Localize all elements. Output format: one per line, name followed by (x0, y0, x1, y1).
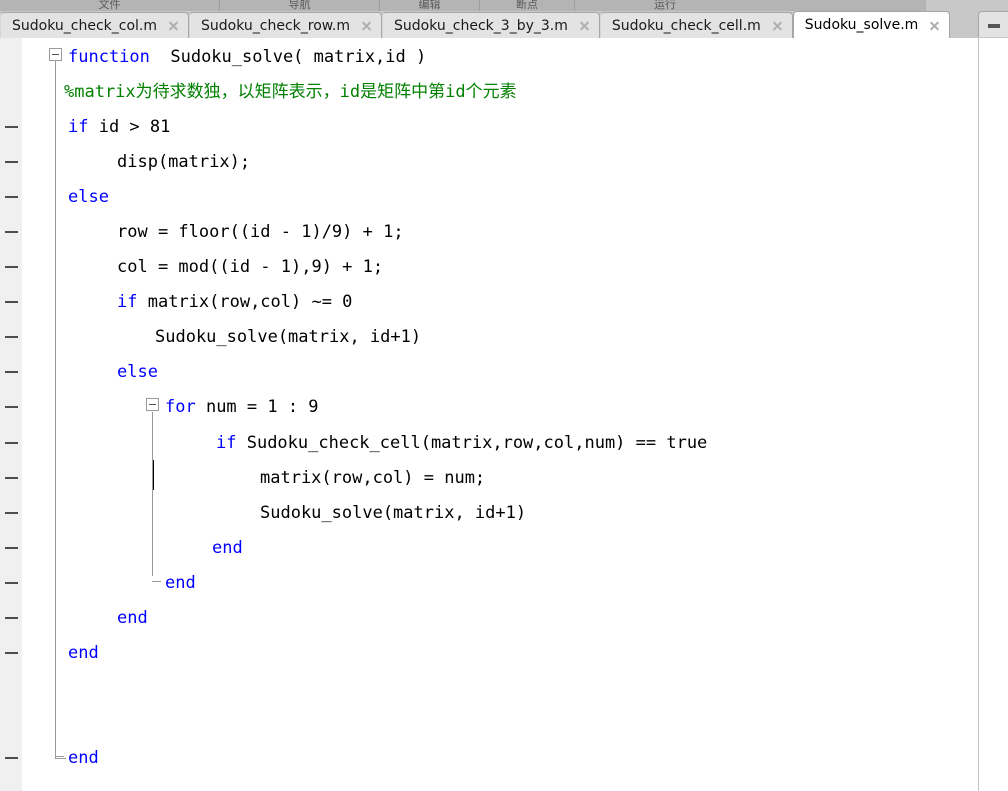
code-line-2[interactable]: %matrix为待求数独，以矩阵表示，id是矩阵中第id个元素 (64, 75, 517, 110)
code-token: num = 1 : 9 (195, 397, 319, 417)
document-tab-Sudoku_check_row-m[interactable]: Sudoku_check_row.m (189, 12, 383, 38)
code-token: matrix(row,col) = num; (260, 468, 486, 488)
document-tab-Sudoku_check_col-m[interactable]: Sudoku_check_col.m (0, 12, 189, 38)
tab-overflow-icon (988, 24, 1000, 28)
document-tab-label: Sudoku_check_col.m (12, 17, 157, 34)
document-tab-label: Sudoku_check_cell.m (611, 17, 761, 34)
code-token: if (216, 433, 237, 453)
ribbon-right-filler (926, 0, 1008, 11)
code-token: id > 81 (88, 117, 171, 137)
close-icon[interactable] (771, 19, 784, 32)
code-line-16[interactable]: end (165, 566, 196, 601)
code-token: matrix(row,col) ~= 0 (137, 292, 353, 312)
ribbon-tab-2[interactable]: 编辑 (380, 0, 480, 11)
code-token: Sudoku_solve( matrix,id ) (149, 47, 427, 67)
code-token: Sudoku_solve(matrix, id+1) (260, 503, 527, 523)
ribbon-tab-label: 导航 (288, 0, 311, 11)
code-line-12[interactable]: if Sudoku_check_cell(matrix,row,col,num)… (216, 426, 707, 461)
ribbon-toolbar-strip: 文件 导航 编辑 断点 运行 (0, 0, 1008, 11)
code-line-4[interactable]: disp(matrix); (117, 145, 250, 180)
code-line-6[interactable]: row = floor((id - 1)/9) + 1; (117, 215, 404, 250)
code-token: Sudoku_solve(matrix, id+1) (155, 327, 422, 347)
ribbon-tab-4[interactable]: 运行 (575, 0, 755, 11)
code-line-5[interactable]: else (68, 180, 109, 215)
code-line-14[interactable]: Sudoku_solve(matrix, id+1) (260, 496, 526, 531)
code-line-1[interactable]: function Sudoku_solve( matrix,id ) (68, 40, 426, 75)
code-token: function (68, 47, 150, 67)
code-token: disp(matrix); (117, 152, 251, 172)
text-caret (153, 460, 154, 490)
ribbon-tab-label: 编辑 (418, 0, 441, 11)
document-tab-label: Sudoku_solve.m (804, 17, 919, 33)
ribbon-tab-1[interactable]: 导航 (220, 0, 380, 11)
code-line-15[interactable]: end (212, 531, 243, 566)
code-token: else (68, 187, 109, 207)
code-line-7[interactable]: col = mod((id - 1),9) + 1; (117, 250, 383, 285)
code-editor[interactable]: function Sudoku_solve( matrix,id ) %matri… (0, 38, 1008, 791)
ribbon-tab-label: 文件 (98, 0, 121, 11)
tab-overflow-button[interactable] (978, 11, 1008, 37)
code-line-3[interactable]: if id > 81 (68, 110, 170, 145)
code-token: if (117, 292, 138, 312)
document-tab-label: Sudoku_check_3_by_3.m (394, 17, 568, 34)
ribbon-tab-list: 文件 导航 编辑 断点 运行 (0, 0, 920, 11)
code-token: row = floor((id - 1)/9) + 1; (117, 222, 404, 242)
code-token: end (68, 748, 99, 768)
document-tab-Sudoku_check_cell-m[interactable]: Sudoku_check_cell.m (599, 12, 793, 38)
code-token: %matrix为待求数独，以矩阵表示，id是矩阵中第id个元素 (64, 82, 517, 102)
code-text-area[interactable]: function Sudoku_solve( matrix,id ) %matri… (0, 38, 1008, 791)
code-token: for (165, 397, 196, 417)
ribbon-tab-label: 断点 (516, 0, 538, 11)
document-tab-Sudoku_solve-m[interactable]: Sudoku_solve.m (792, 11, 951, 38)
document-tab-Sudoku_check_3_by_3-m[interactable]: Sudoku_check_3_by_3.m (382, 12, 600, 38)
code-token: col = mod((id - 1),9) + 1; (117, 257, 384, 277)
close-icon[interactable] (167, 19, 180, 32)
code-line-19[interactable]: end (68, 741, 99, 776)
code-line-11[interactable]: for num = 1 : 9 (165, 390, 319, 425)
close-icon[interactable] (578, 19, 591, 32)
code-token: end (68, 643, 99, 663)
code-token: if (68, 117, 89, 137)
ribbon-tab-label: 运行 (654, 0, 676, 11)
code-token: end (117, 608, 148, 628)
code-line-18[interactable]: end (68, 636, 99, 671)
ribbon-tab-3[interactable]: 断点 (480, 0, 575, 11)
code-token: end (212, 538, 243, 558)
close-icon[interactable] (360, 19, 373, 32)
document-tab-bar: Sudoku_check_col.m Sudoku_check_row.m Sudo… (0, 11, 1008, 38)
close-icon[interactable] (928, 19, 941, 32)
code-line-9[interactable]: Sudoku_solve(matrix, id+1) (155, 320, 421, 355)
code-line-13[interactable]: matrix(row,col) = num; (260, 461, 485, 496)
code-token: Sudoku_check_cell(matrix,row,col,num) ==… (236, 433, 708, 453)
code-token: else (117, 362, 158, 382)
ribbon-tab-0[interactable]: 文件 (0, 0, 220, 11)
document-tab-label: Sudoku_check_row.m (201, 17, 351, 34)
code-line-17[interactable]: end (117, 601, 148, 636)
code-line-10[interactable]: else (117, 355, 158, 390)
code-line-8[interactable]: if matrix(row,col) ~= 0 (117, 285, 352, 320)
editor-right-margin-rule (978, 38, 979, 791)
code-token: end (165, 573, 196, 593)
